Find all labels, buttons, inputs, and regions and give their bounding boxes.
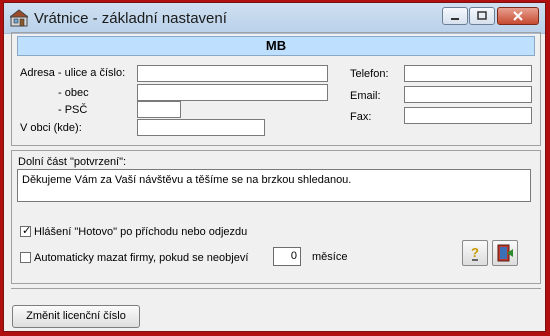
- confirmation-label: Dolní část "potvrzení":: [18, 156, 127, 168]
- email-input[interactable]: [404, 86, 532, 103]
- fax-label: Fax:: [350, 111, 372, 123]
- months-label: měsíce: [312, 251, 348, 263]
- city-input[interactable]: [137, 84, 328, 101]
- auto-delete-checkbox[interactable]: [20, 252, 31, 263]
- svg-text:?: ?: [471, 245, 479, 260]
- zip-label: - PSČ: [58, 104, 88, 116]
- check-icon: ✓: [22, 225, 32, 237]
- exit-button[interactable]: [492, 240, 518, 266]
- minimize-icon: [443, 8, 467, 24]
- street-input[interactable]: [137, 65, 328, 82]
- title-bar[interactable]: Vrátnice - základní nastavení: [4, 3, 545, 34]
- email-label: Email:: [350, 90, 381, 102]
- phone-input[interactable]: [404, 65, 532, 82]
- close-icon: [498, 8, 538, 24]
- city-label: - obec: [58, 87, 89, 99]
- maximize-button[interactable]: [469, 7, 495, 25]
- company-heading: MB: [17, 36, 535, 56]
- in-village-input[interactable]: [137, 119, 265, 136]
- window-title: Vrátnice - základní nastavení: [34, 10, 227, 27]
- confirmation-textarea[interactable]: Děkujeme Vám za Vaší návštěvu a těšíme s…: [17, 169, 531, 202]
- exit-door-icon: [493, 244, 517, 268]
- report-done-checkbox[interactable]: ✓: [20, 225, 32, 237]
- change-license-button[interactable]: Změnit licenční číslo: [12, 305, 140, 328]
- help-button[interactable]: ?: [462, 240, 488, 266]
- app-icon: [10, 9, 28, 27]
- phone-label: Telefon:: [350, 68, 389, 80]
- in-village-label: V obci (kde):: [20, 122, 82, 134]
- maximize-icon: [470, 8, 494, 24]
- months-input[interactable]: 0: [273, 247, 301, 266]
- help-icon: ?: [463, 245, 487, 268]
- auto-delete-label: Automaticky mazat firmy, pokud se neobje…: [34, 252, 249, 264]
- report-done-label: Hlášení "Hotovo" po příchodu nebo odjezd…: [34, 226, 248, 238]
- fax-input[interactable]: [404, 107, 532, 124]
- street-label: Adresa - ulice a číslo:: [20, 67, 126, 79]
- minimize-button[interactable]: [442, 7, 468, 25]
- zip-input[interactable]: [137, 101, 181, 118]
- close-button[interactable]: [497, 7, 539, 25]
